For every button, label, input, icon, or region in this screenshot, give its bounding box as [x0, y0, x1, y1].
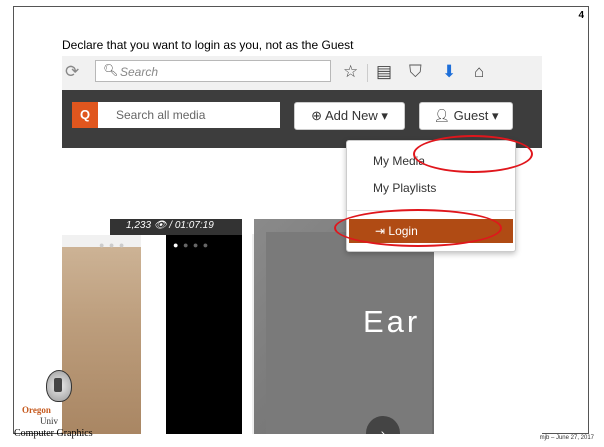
browser-search-box[interactable]: 🔍︎ Search — [95, 60, 331, 82]
slide-footer: mjb – June 27, 2017 — [539, 435, 594, 441]
department-name: Computer Graphics — [14, 428, 93, 439]
user-icon: 👤︎ — [433, 108, 451, 123]
menu-item-my-playlists[interactable]: My Playlists — [373, 181, 436, 195]
guest-label: Guest — [453, 108, 489, 123]
meta-separator: / — [169, 220, 173, 231]
page-number: 4 — [578, 10, 584, 21]
seal-emblem — [54, 378, 62, 392]
add-new-label: Add New — [324, 108, 378, 123]
guest-user-button[interactable]: 👤︎ Guest ▾ — [419, 102, 513, 130]
plus-circle-icon: ⊕ — [311, 108, 323, 123]
media-meta: 1,233 👁︎ / 01:07:19 — [126, 220, 214, 231]
chevron-down-icon: ▾ — [381, 108, 388, 123]
reading-list-icon[interactable]: ▤ — [376, 62, 392, 82]
view-count: 1,233 — [126, 220, 152, 231]
media-thumbnail-1[interactable] — [62, 235, 141, 434]
slide-instruction: Declare that you want to login as you, n… — [62, 38, 354, 52]
eye-icon: 👁︎ — [153, 220, 167, 231]
home-icon[interactable]: ⌂ — [474, 62, 484, 82]
university-name-line2: Univ — [40, 416, 58, 426]
university-name: Oregon — [22, 405, 51, 415]
site-search-button[interactable]: Q — [72, 102, 98, 128]
toolbar-separator — [367, 64, 368, 82]
download-icon[interactable]: ⬇ — [442, 62, 456, 82]
add-new-button[interactable]: ⊕ Add New ▾ — [294, 102, 405, 130]
media-duration: 01:07:19 — [174, 220, 214, 231]
star-icon[interactable]: ☆ — [343, 62, 358, 82]
annotation-oval-login — [334, 209, 502, 247]
chevron-down-icon: ▾ — [491, 108, 499, 123]
browser-search-placeholder: Search — [120, 65, 159, 79]
thumbnail-title: Ear — [363, 304, 421, 339]
search-icon: 🔍︎ — [103, 63, 119, 77]
browser-screenshot: ⟳ 🔍︎ Search ☆ ▤ ⛉ ⬇ ⌂ Q Search all media… — [62, 56, 542, 434]
reload-icon[interactable]: ⟳ — [65, 62, 79, 82]
site-search-input[interactable]: Search all media — [98, 102, 280, 128]
pocket-icon[interactable]: ⛉ — [409, 62, 422, 82]
media-thumbnail-2[interactable] — [166, 235, 242, 434]
browser-toolbar: ⟳ 🔍︎ Search ☆ ▤ ⛉ ⬇ ⌂ — [62, 56, 542, 91]
annotation-oval-guest — [413, 135, 533, 173]
carousel-dots: ● ● ● ● — [173, 240, 210, 250]
carousel-dots: ● ● ● — [99, 240, 126, 250]
